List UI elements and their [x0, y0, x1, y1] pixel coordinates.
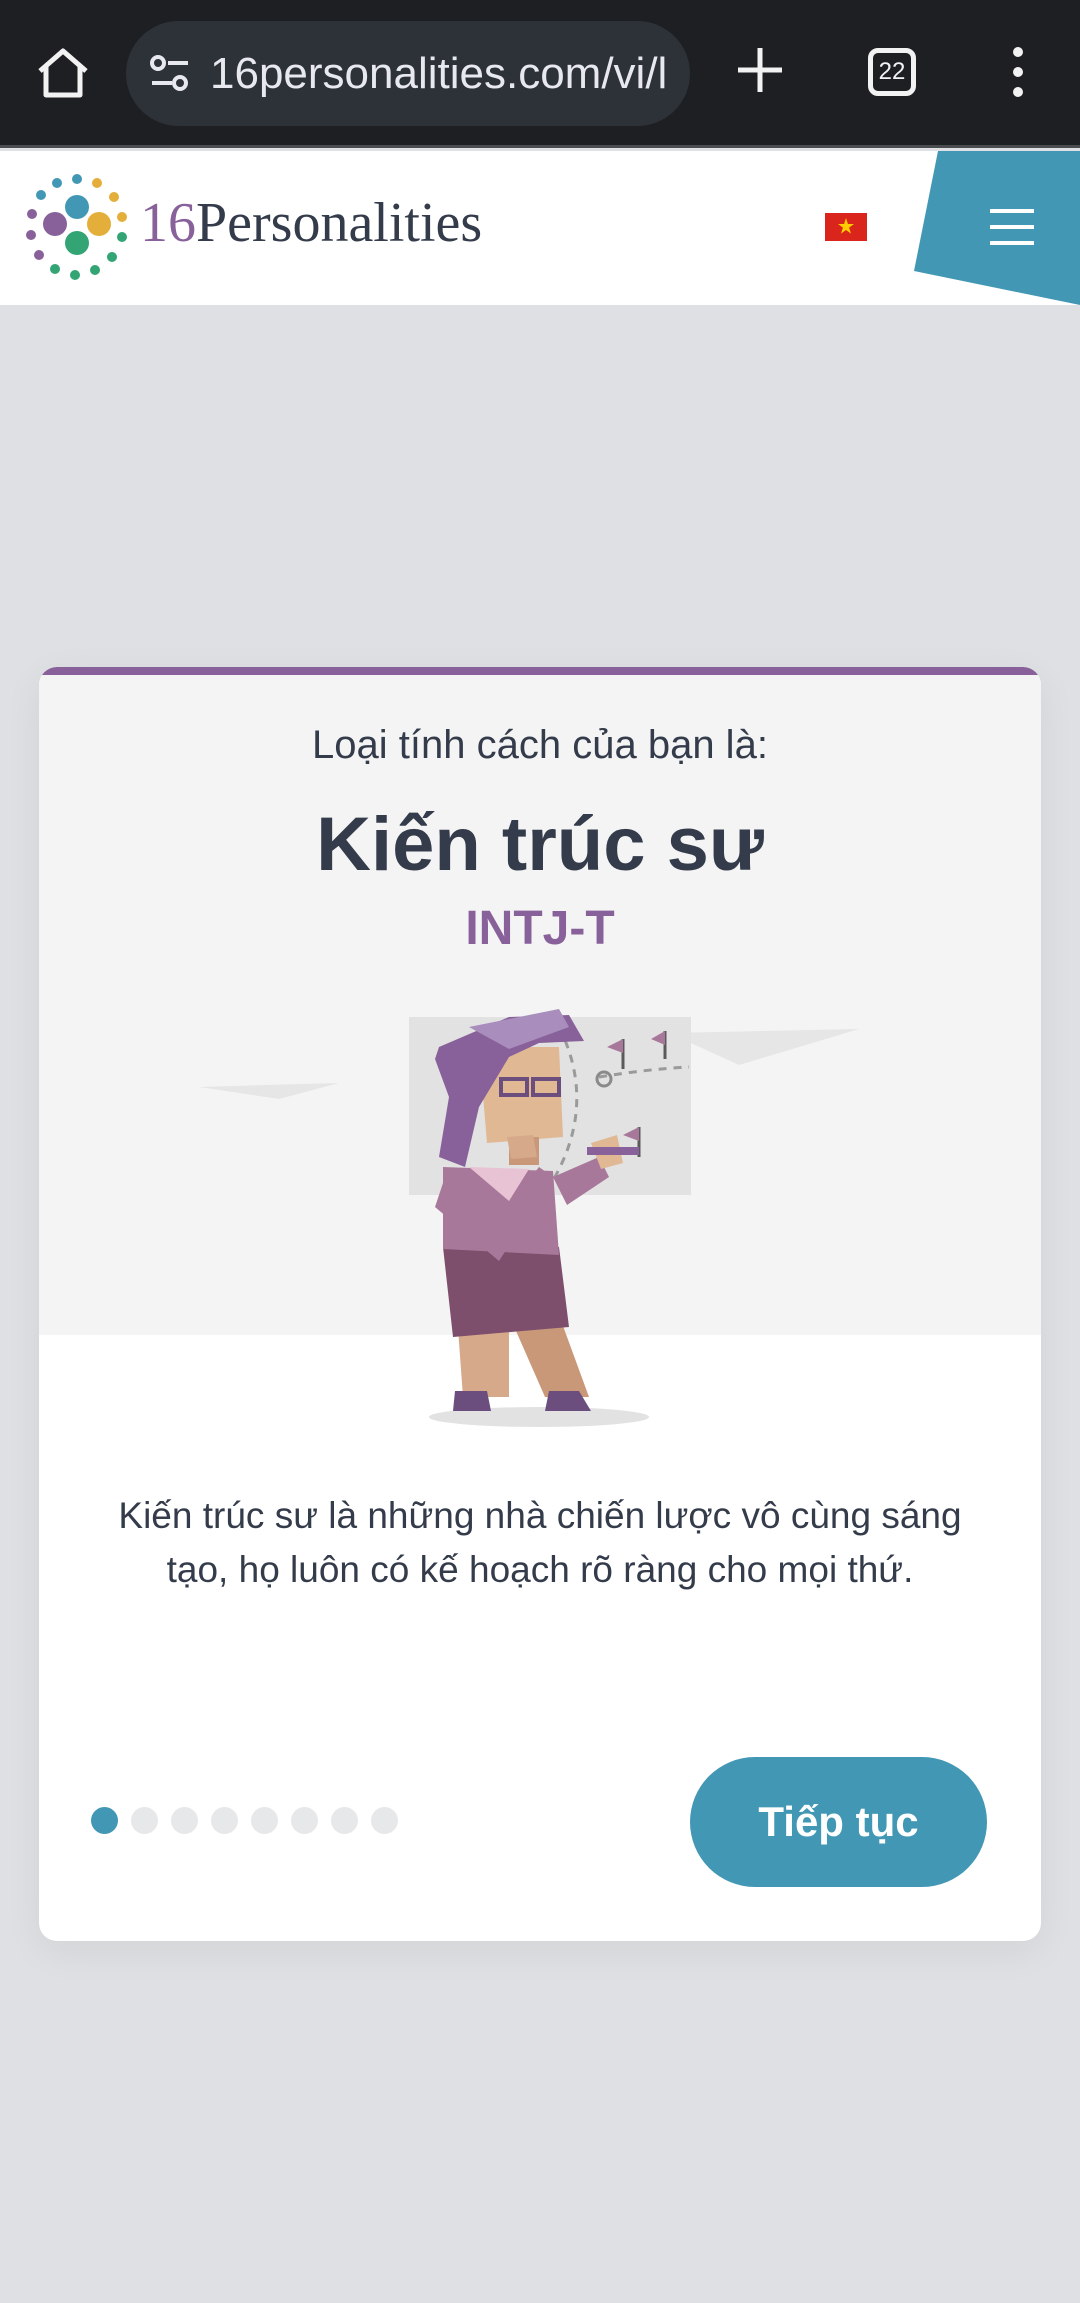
progress-dot [331, 1807, 358, 1834]
progress-dot [211, 1807, 238, 1834]
brand-word: Personalities [196, 192, 483, 254]
16personalities-logo-icon[interactable] [22, 171, 132, 281]
url-text[interactable]: 16personalities.com/vi/l [210, 49, 680, 99]
card-accent-bar [39, 667, 1041, 675]
more-options-icon[interactable] [998, 42, 1038, 102]
brand-name[interactable]: 16Personalities [140, 191, 482, 255]
progress-dot-active [91, 1807, 118, 1834]
progress-dot [251, 1807, 278, 1834]
personality-type-name: Kiến trúc sư [316, 802, 764, 887]
progress-dot [291, 1807, 318, 1834]
progress-dot [171, 1807, 198, 1834]
home-icon[interactable] [34, 44, 92, 102]
address-bar[interactable]: 16personalities.com/vi/l [126, 21, 690, 126]
result-card: Loại tính cách của bạn là: Kiến trúc sư … [39, 667, 1041, 1941]
architect-character-illustration [39, 1009, 1041, 1427]
progress-dot [131, 1807, 158, 1834]
progress-dot [371, 1807, 398, 1834]
progress-dots [91, 1807, 398, 1835]
type-description: Kiến trúc sư là những nhà chiến lược vô … [118, 1495, 962, 1590]
site-settings-icon[interactable] [148, 51, 192, 95]
hamburger-menu-icon[interactable] [988, 207, 1036, 247]
continue-button[interactable]: Tiếp tục [690, 1757, 987, 1887]
brand-number: 16 [140, 192, 196, 254]
site-header: 16Personalities [0, 151, 1080, 305]
browser-toolbar: 16personalities.com/vi/l 22 [0, 0, 1080, 148]
tab-switcher-icon[interactable]: 22 [868, 48, 916, 96]
vietnam-flag-icon[interactable] [825, 213, 867, 241]
personality-type-code: INTJ-T [465, 902, 615, 955]
new-tab-icon[interactable] [734, 44, 786, 96]
result-subtitle: Loại tính cách của bạn là: [312, 723, 768, 767]
